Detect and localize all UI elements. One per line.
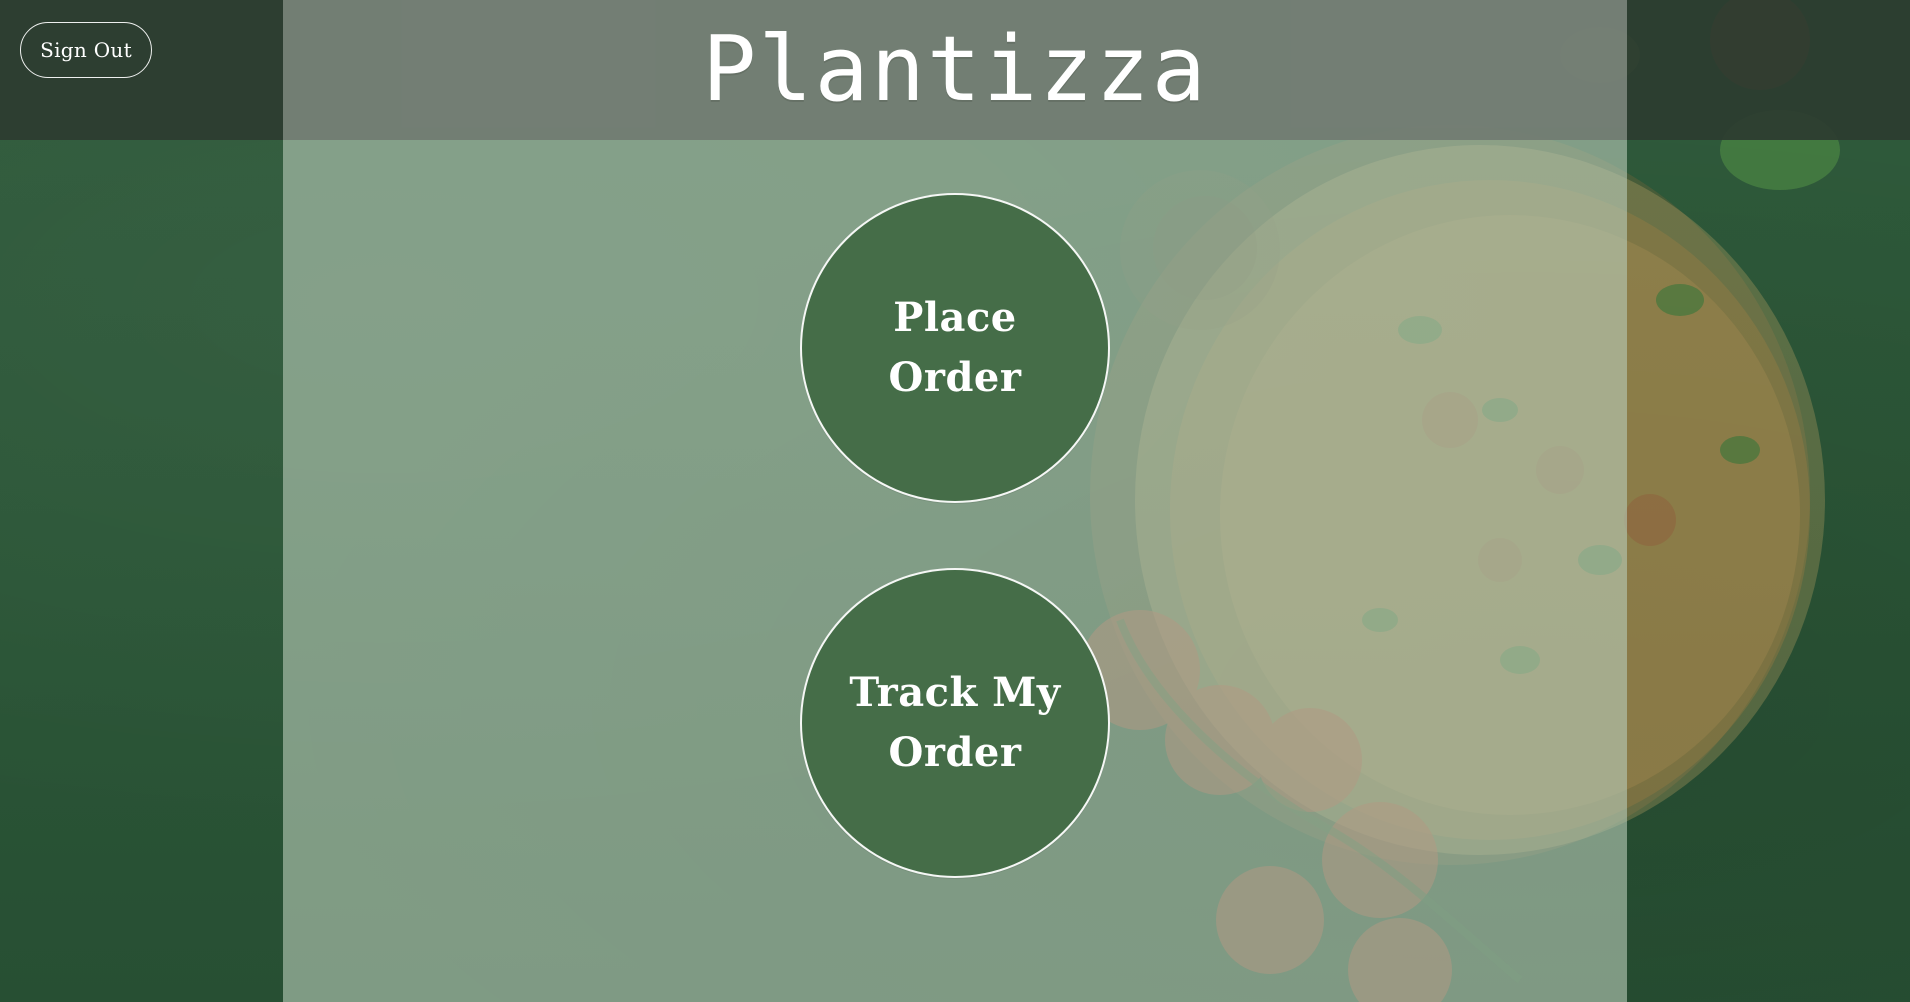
track-my-order-label: Track My Order [849,669,1061,776]
sign-out-button[interactable]: Sign Out [20,22,152,78]
place-order-label: Place Order [888,294,1022,401]
place-order-button[interactable]: Place Order [800,193,1110,503]
app-title: Plantizza [702,17,1208,122]
track-my-order-button[interactable]: Track My Order [800,568,1110,878]
